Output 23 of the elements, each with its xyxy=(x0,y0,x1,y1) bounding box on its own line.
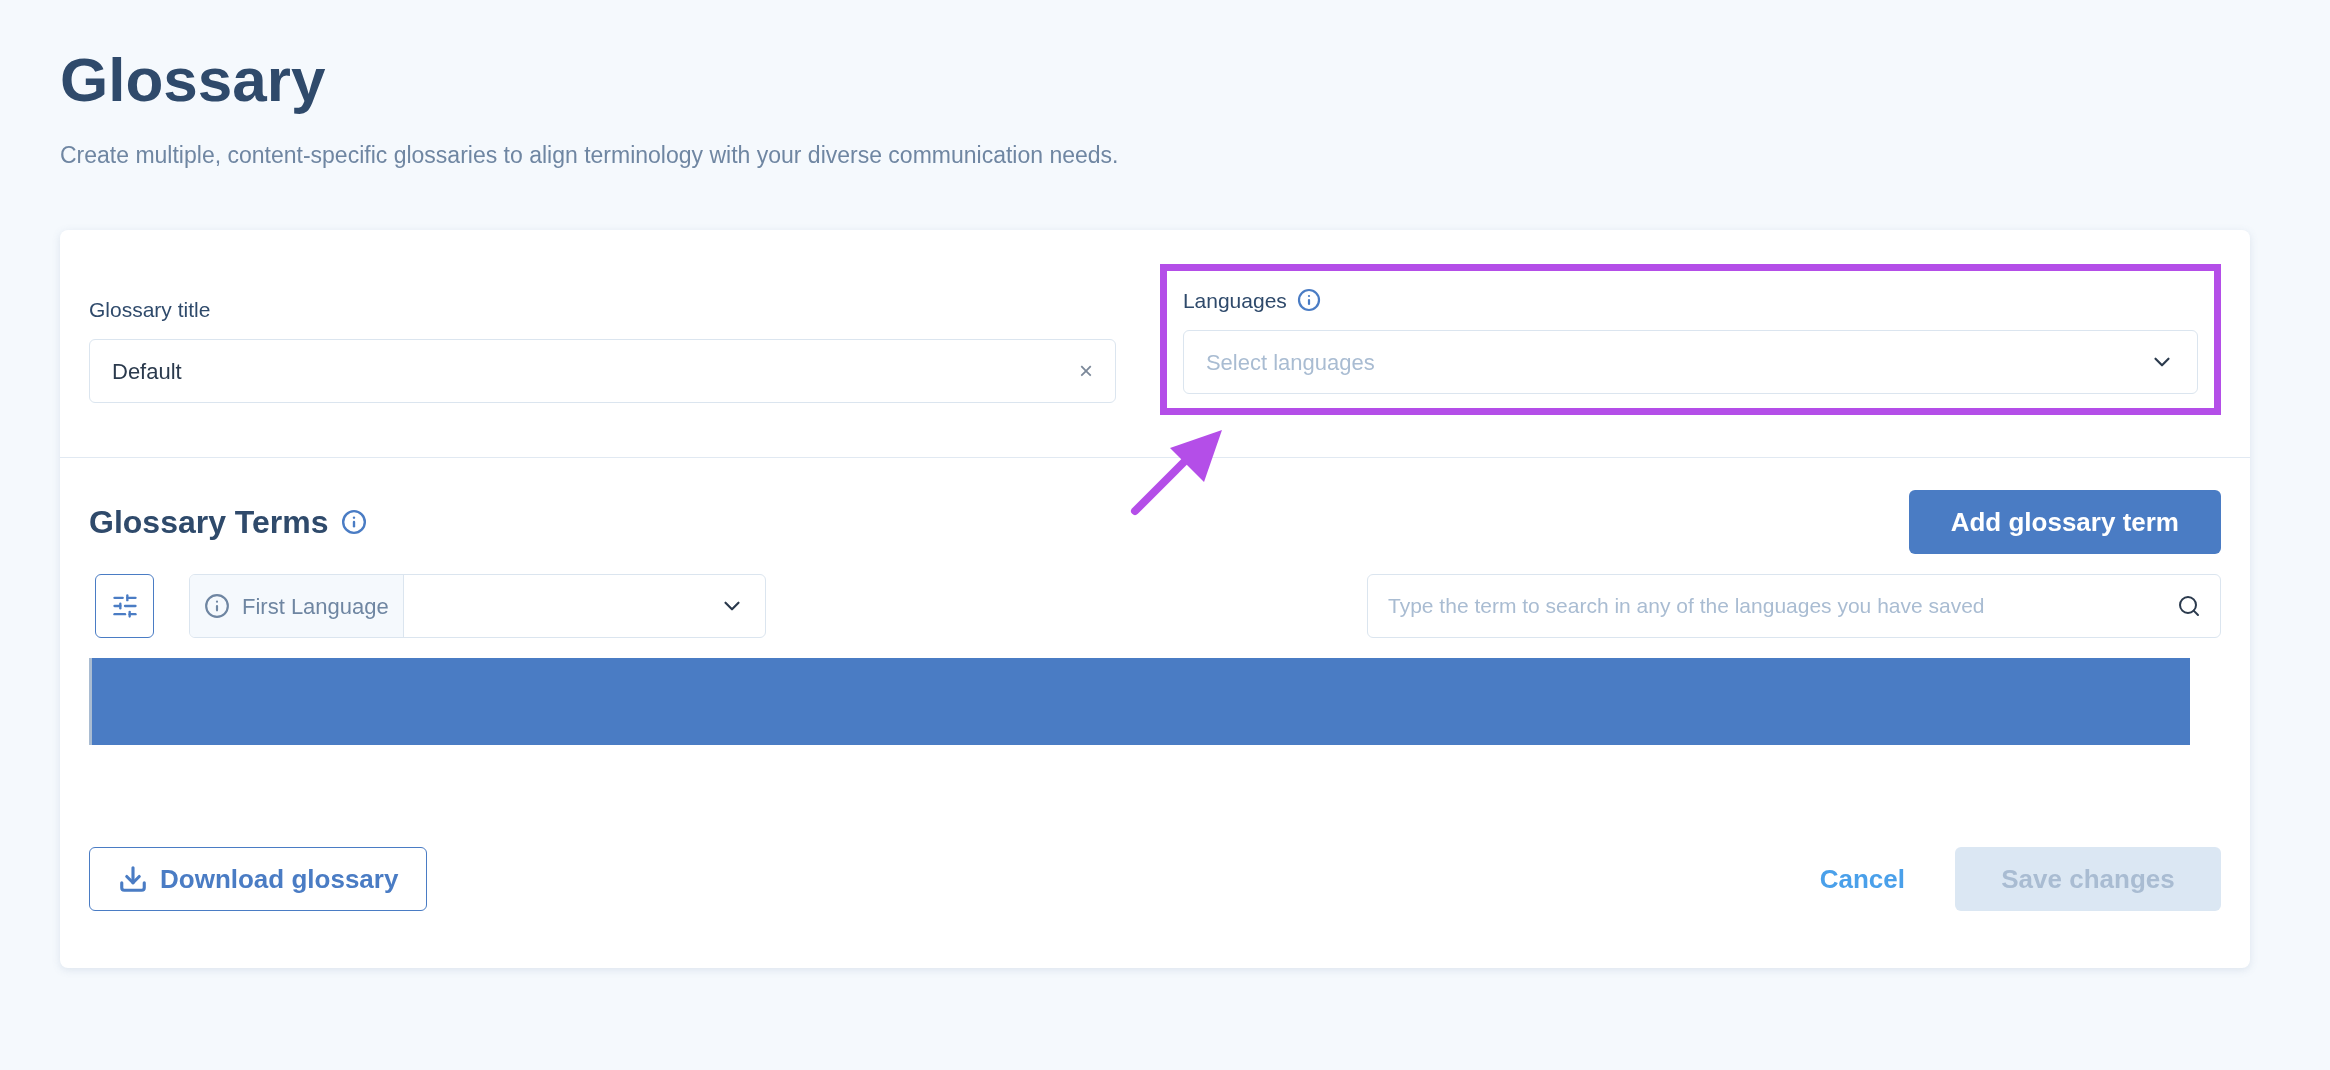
search-field[interactable]: Type the term to search in any of the languages you have saved xyxy=(1367,574,2221,638)
search-icon xyxy=(2177,594,2201,618)
cancel-button[interactable]: Cancel xyxy=(1819,859,1905,899)
filter-settings-button[interactable] xyxy=(95,574,154,638)
add-term-button[interactable]: Add glossary term xyxy=(1908,490,2221,554)
selector-label: First Language xyxy=(242,592,389,621)
page-subtitle: Create multiple, content-specific glossaries to align terminology with your diverse communication needs. xyxy=(60,141,1119,170)
field-label: Languages xyxy=(1182,287,1287,314)
title-value: Default xyxy=(112,357,182,386)
section-heading: Glossary Terms xyxy=(89,503,329,542)
info-icon[interactable] xyxy=(1296,288,1321,313)
download-button[interactable]: Download glossary xyxy=(89,847,428,911)
title-field[interactable]: Default × xyxy=(89,339,1116,403)
sliders-icon xyxy=(110,592,139,620)
language-selector[interactable]: First Language xyxy=(189,574,766,638)
languages-dropdown[interactable]: Select languages xyxy=(1182,330,2198,394)
clear-button[interactable]: × xyxy=(1078,359,1093,383)
info-icon xyxy=(204,593,230,619)
download-icon xyxy=(118,864,148,894)
field-label: Glossary title xyxy=(89,296,211,323)
languages-placeholder: Select languages xyxy=(1205,348,1375,377)
info-icon[interactable] xyxy=(340,509,367,535)
page-title: Glossary xyxy=(60,44,326,116)
